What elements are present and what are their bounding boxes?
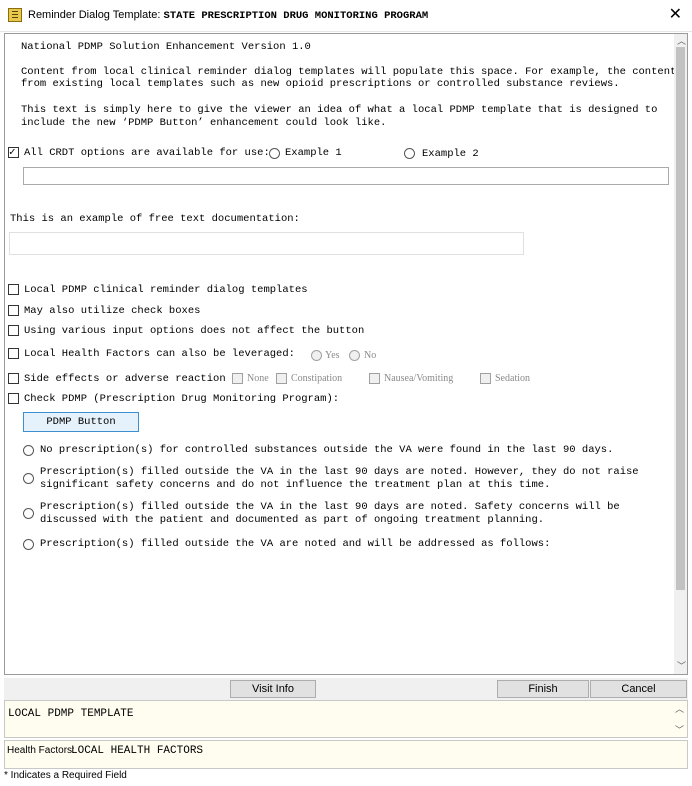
option-sedation-label: Sedation xyxy=(495,373,530,384)
yes-label: Yes xyxy=(325,350,340,361)
finish-button[interactable]: Finish xyxy=(497,680,589,698)
health-factors-label: Health Factors: xyxy=(7,745,75,756)
check-pdmp-label: Check PDMP (Prescription Drug Monitoring… xyxy=(24,393,340,405)
health-factors-value: LOCAL HEALTH FACTORS xyxy=(71,745,204,757)
intro-para1-line2: from existing local templates such as ne… xyxy=(21,78,620,90)
checkbox-local-pdmp-templates-label: Local PDMP clinical reminder dialog temp… xyxy=(24,284,308,296)
option-nausea-label: Nausea/Vomiting xyxy=(384,373,454,384)
visit-info-button[interactable]: Visit Info xyxy=(230,680,316,698)
no-radio[interactable] xyxy=(349,350,360,361)
pdmp-option-2-line1: Prescription(s) filled outside the VA in… xyxy=(40,466,639,478)
title-template-name: STATE PRESCRIPTION DRUG MONITORING PROGR… xyxy=(163,10,429,22)
close-icon[interactable]: ✕ xyxy=(669,5,682,25)
dialog-content: National PDMP Solution Enhancement Versi… xyxy=(4,33,677,673)
free-text-label: This is an example of free text document… xyxy=(10,213,300,225)
pdmp-option-1-line1: No prescription(s) for controlled substa… xyxy=(40,444,614,456)
crdt-checkbox[interactable] xyxy=(8,145,19,159)
pdmp-option-radio-1[interactable] xyxy=(23,445,34,456)
option-none-label: None xyxy=(247,373,269,384)
checkbox-nausea[interactable] xyxy=(369,373,380,384)
health-factors-row-label: Local Health Factors can also be leverag… xyxy=(24,348,295,360)
intro-para2-line1: This text is simply here to give the vie… xyxy=(21,104,658,116)
checkbox-local-pdmp-templates[interactable] xyxy=(8,284,19,295)
checkbox-check-boxes[interactable] xyxy=(8,305,19,316)
preview-panel: LOCAL PDMP TEMPLATE ︿ ﹀ xyxy=(4,700,688,738)
preview-text: LOCAL PDMP TEMPLATE xyxy=(8,708,134,720)
intro-para2-line2: include the new ‘PDMP Button’ enhancemen… xyxy=(21,117,387,129)
scroll-up-icon[interactable]: ︿ xyxy=(677,34,686,47)
pdmp-option-3-line1: Prescription(s) filled outside the VA in… xyxy=(40,501,620,513)
checkbox-check-pdmp[interactable] xyxy=(8,393,19,404)
checkbox-side-effects[interactable] xyxy=(8,373,19,384)
required-field-note: * Indicates a Required Field xyxy=(4,770,127,781)
pdmp-option-2-line2: significant safety concerns and do not i… xyxy=(40,479,551,491)
example2-label: Example 2 xyxy=(422,148,479,160)
preview-scroll-down-icon[interactable]: ﹀ xyxy=(675,723,684,736)
window-title: Reminder Dialog Template: STATE PRESCRIP… xyxy=(28,9,428,22)
intro-para1-line1: Content from local clinical reminder dia… xyxy=(21,66,677,78)
version-text: National PDMP Solution Enhancement Versi… xyxy=(21,41,311,53)
yes-radio[interactable] xyxy=(311,350,322,361)
crdt-label: All CRDT options are available for use: xyxy=(24,147,270,159)
example2-radio[interactable] xyxy=(404,148,415,159)
checkbox-constipation[interactable] xyxy=(276,373,287,384)
checkbox-health-factors[interactable] xyxy=(8,348,19,359)
side-effects-label: Side effects or adverse reaction : xyxy=(24,373,239,385)
checkbox-check-boxes-label: May also utilize check boxes xyxy=(24,305,201,317)
checkbox-none[interactable] xyxy=(232,373,243,384)
pdmp-option-4-line1: Prescription(s) filled outside the VA ar… xyxy=(40,538,551,550)
scroll-down-icon[interactable]: ﹀ xyxy=(677,659,686,672)
pdmp-button[interactable]: PDMP Button xyxy=(23,412,139,432)
option-constipation-label: Constipation xyxy=(291,373,343,384)
scrollbar-thumb[interactable] xyxy=(676,47,685,590)
example1-radio[interactable] xyxy=(269,148,280,159)
title-bar: Reminder Dialog Template: STATE PRESCRIP… xyxy=(0,0,692,32)
pdmp-option-radio-2[interactable] xyxy=(23,473,34,484)
template-icon xyxy=(8,8,22,22)
checkbox-input-options[interactable] xyxy=(8,325,19,336)
pdmp-option-3-line2: discussed with the patient and documente… xyxy=(40,514,545,526)
pdmp-option-radio-3[interactable] xyxy=(23,508,34,519)
health-factors-panel: Health Factors: LOCAL HEALTH FACTORS xyxy=(4,740,688,769)
checkbox-sedation[interactable] xyxy=(480,373,491,384)
title-prefix: Reminder Dialog Template: xyxy=(28,9,161,21)
cancel-button[interactable]: Cancel xyxy=(590,680,687,698)
example1-label: Example 1 xyxy=(285,147,342,159)
pdmp-option-radio-4[interactable] xyxy=(23,539,34,550)
preview-scroll-up-icon[interactable]: ︿ xyxy=(675,702,684,715)
crdt-input[interactable] xyxy=(23,167,669,185)
free-text-field[interactable] xyxy=(9,232,524,255)
no-label: No xyxy=(364,350,377,361)
checkbox-input-options-label: Using various input options does not aff… xyxy=(24,325,365,337)
